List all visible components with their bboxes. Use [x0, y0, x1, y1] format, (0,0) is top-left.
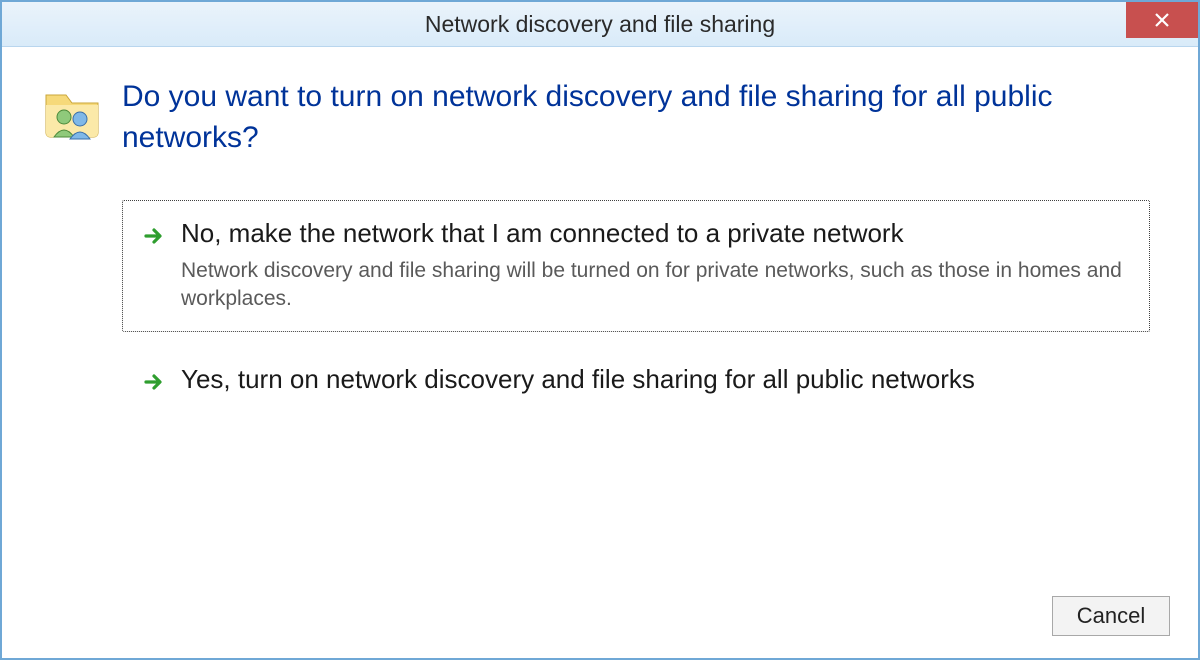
- dialog-footer: Cancel: [2, 582, 1198, 658]
- dialog-content: Do you want to turn on network discovery…: [2, 47, 1198, 582]
- arrow-right-icon: [141, 369, 167, 395]
- option-subtitle: Network discovery and file sharing will …: [181, 257, 1131, 314]
- main-instruction: Do you want to turn on network discovery…: [122, 77, 1160, 158]
- option-text: No, make the network that I am connected…: [181, 217, 1131, 313]
- cancel-button[interactable]: Cancel: [1052, 596, 1170, 636]
- arrow-right-icon: [141, 223, 167, 249]
- close-icon: [1153, 11, 1171, 29]
- option-text: Yes, turn on network discovery and file …: [181, 363, 1131, 397]
- titlebar: Network discovery and file sharing: [2, 2, 1198, 47]
- header-row: Do you want to turn on network discovery…: [40, 77, 1160, 158]
- option-turn-on-public[interactable]: Yes, turn on network discovery and file …: [122, 346, 1150, 416]
- close-button[interactable]: [1126, 2, 1198, 38]
- users-folder-icon: [40, 81, 104, 145]
- option-make-private-network[interactable]: No, make the network that I am connected…: [122, 200, 1150, 332]
- option-title: No, make the network that I am connected…: [181, 217, 1131, 251]
- option-title: Yes, turn on network discovery and file …: [181, 363, 1131, 397]
- command-link-list: No, make the network that I am connected…: [40, 200, 1160, 416]
- dialog-window: Network discovery and file sharing: [0, 0, 1200, 660]
- window-title: Network discovery and file sharing: [2, 11, 1198, 38]
